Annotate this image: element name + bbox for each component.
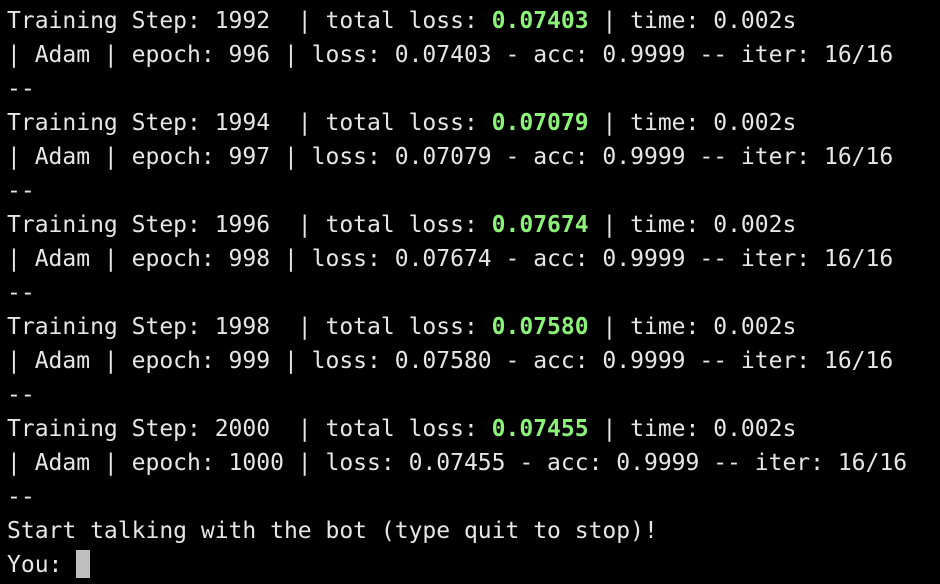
separator-line: -- xyxy=(7,280,35,306)
total-loss-value: 0.07403 xyxy=(491,8,589,34)
step-text: Training Step: 1994 | total loss: xyxy=(7,110,492,136)
total-loss-value: 0.07674 xyxy=(491,212,589,238)
step-time: | time: 0.002s xyxy=(588,212,797,238)
optimizer-detail-line: | Adam | epoch: 999 | loss: 0.07580 - ac… xyxy=(7,348,894,374)
step-text: Training Step: 1996 | total loss: xyxy=(7,212,492,238)
input-line[interactable]: You: xyxy=(7,548,940,582)
training-step-line: Training Step: 1998 | total loss: 0.0758… xyxy=(7,310,940,344)
step-text: Training Step: 1998 | total loss: xyxy=(7,314,492,340)
training-step-line: Training Step: 1992 | total loss: 0.0740… xyxy=(7,4,940,38)
bot-start-message: Start talking with the bot (type quit to… xyxy=(7,518,658,544)
optimizer-detail-line: | Adam | epoch: 996 | loss: 0.07403 - ac… xyxy=(7,42,894,68)
total-loss-value: 0.07455 xyxy=(491,416,589,442)
text-cursor[interactable] xyxy=(76,550,91,578)
step-time: | time: 0.002s xyxy=(588,314,797,340)
training-step-line: Training Step: 1994 | total loss: 0.0707… xyxy=(7,106,940,140)
separator-line: -- xyxy=(7,76,35,102)
step-text: Training Step: 2000 | total loss: xyxy=(7,416,492,442)
total-loss-value: 0.07580 xyxy=(491,314,589,340)
optimizer-detail-line: | Adam | epoch: 998 | loss: 0.07674 - ac… xyxy=(7,246,894,272)
separator-line: -- xyxy=(7,382,35,408)
total-loss-value: 0.07079 xyxy=(491,110,589,136)
training-step-line: Training Step: 2000 | total loss: 0.0745… xyxy=(7,412,940,446)
terminal-window[interactable]: Training Step: 1992 | total loss: 0.0740… xyxy=(0,0,940,584)
input-prompt-label: You: xyxy=(7,552,77,578)
optimizer-detail-line: | Adam | epoch: 997 | loss: 0.07079 - ac… xyxy=(7,144,894,170)
optimizer-detail-line: | Adam | epoch: 1000 | loss: 0.07455 - a… xyxy=(7,450,908,476)
step-text: Training Step: 1992 | total loss: xyxy=(7,8,492,34)
step-time: | time: 0.002s xyxy=(588,110,797,136)
step-time: | time: 0.002s xyxy=(588,416,797,442)
step-time: | time: 0.002s xyxy=(588,8,797,34)
separator-line: -- xyxy=(7,178,35,204)
separator-line: -- xyxy=(7,484,35,510)
training-step-line: Training Step: 1996 | total loss: 0.0767… xyxy=(7,208,940,242)
